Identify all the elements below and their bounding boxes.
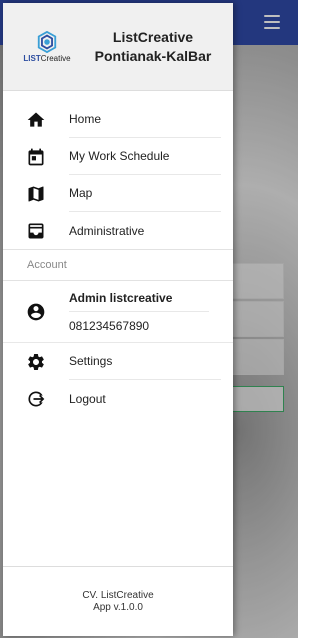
menu-item-logout[interactable]: Logout: [3, 380, 233, 417]
company-name: CV. ListCreative: [82, 589, 154, 601]
account-profile[interactable]: Admin listcreative 081234567890: [3, 281, 233, 342]
map-icon: [28, 186, 44, 201]
drawer-header: LISTCreative ListCreative Pontianak-KalB…: [3, 3, 233, 91]
app-location: Pontianak-KalBar: [94, 47, 212, 64]
account-circle-icon: [27, 303, 45, 320]
app-title: ListCreative Pontianak-KalBar: [73, 28, 233, 66]
account-menu: Settings Logout: [3, 342, 233, 417]
menu-item-label: Administrative: [69, 223, 145, 238]
app-logo: LISTCreative: [21, 27, 73, 67]
calendar-icon: [28, 148, 44, 165]
menu-item-label: Map: [69, 175, 221, 212]
menu-item-home[interactable]: Home: [3, 101, 233, 138]
inbox-icon: [28, 223, 44, 238]
account-name: Admin listcreative: [69, 291, 209, 312]
app-name: ListCreative: [112, 28, 194, 45]
logo-mark-icon: [37, 30, 57, 53]
menu-item-my-work-schedule[interactable]: My Work Schedule: [3, 138, 233, 175]
menu-item-settings[interactable]: Settings: [3, 343, 233, 380]
menu-item-label: Home: [69, 101, 221, 138]
account-phone: 081234567890: [69, 318, 150, 333]
account-section-label: Account: [3, 249, 233, 281]
gear-icon: [28, 353, 44, 370]
logout-icon: [28, 390, 45, 406]
menu-item-map[interactable]: Map: [3, 175, 233, 212]
menu-item-label: Settings: [69, 343, 221, 380]
main-menu: Home My Work Schedule Map Administrative: [3, 91, 233, 249]
logo-text: LISTCreative: [23, 53, 71, 63]
menu-item-label: My Work Schedule: [69, 138, 221, 175]
menu-item-label: Logout: [69, 391, 106, 406]
menu-item-administrative[interactable]: Administrative: [3, 212, 233, 249]
home-icon: [27, 112, 45, 127]
navigation-drawer: LISTCreative ListCreative Pontianak-KalB…: [3, 3, 233, 636]
app-version: App v.1.0.0: [93, 601, 143, 613]
drawer-footer: CV. ListCreative App v.1.0.0: [3, 566, 233, 636]
